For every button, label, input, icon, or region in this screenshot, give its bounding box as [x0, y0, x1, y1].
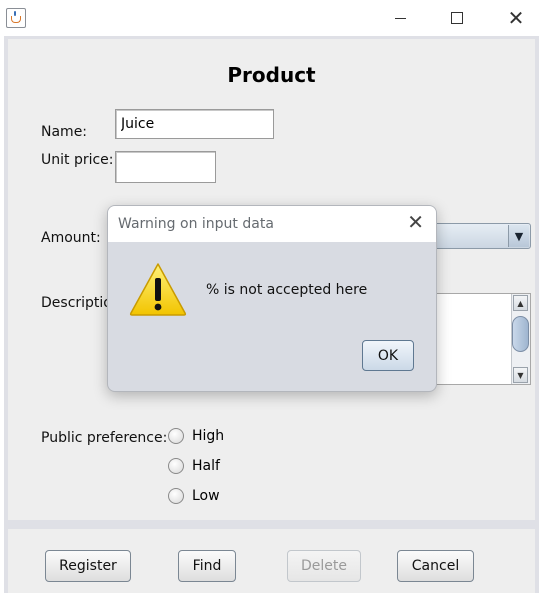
maximize-icon — [451, 12, 463, 24]
radio-circle-icon — [168, 488, 184, 504]
radio-high-label: High — [192, 428, 225, 444]
scroll-down-icon[interactable]: ▼ — [513, 367, 528, 383]
cancel-button[interactable]: Cancel — [397, 550, 474, 582]
unit-price-field[interactable] — [115, 151, 216, 183]
dialog-message: % is not accepted here — [206, 282, 368, 298]
page-title: Product — [227, 63, 316, 87]
delete-button[interactable]: Delete — [287, 550, 361, 582]
amount-label: Amount: — [41, 230, 101, 246]
find-button[interactable]: Find — [178, 550, 236, 582]
close-icon[interactable]: ✕ — [407, 212, 424, 232]
radio-circle-icon — [168, 428, 184, 444]
description-label: Descriptio — [41, 295, 112, 311]
maximize-button[interactable] — [434, 0, 480, 36]
name-field[interactable] — [115, 109, 274, 139]
description-scrollbar[interactable]: ▲ ▼ — [511, 294, 530, 384]
unit-price-label: Unit price: — [41, 152, 114, 168]
radio-half-label: Half — [192, 458, 220, 474]
radio-high[interactable]: High — [168, 428, 224, 444]
warning-dialog: Warning on input data ✕ % is not accepte… — [107, 205, 437, 392]
dialog-title: Warning on input data — [118, 216, 274, 232]
name-label: Name: — [41, 124, 88, 140]
radio-low[interactable]: Low — [168, 488, 220, 504]
close-button[interactable]: ✕ — [493, 0, 539, 36]
amount-combo[interactable]: ▼ — [434, 223, 531, 249]
radio-half[interactable]: Half — [168, 458, 220, 474]
close-icon: ✕ — [507, 6, 525, 30]
window-titlebar: ✕ — [0, 0, 543, 36]
warning-icon — [129, 263, 187, 316]
scroll-thumb[interactable] — [512, 316, 529, 352]
ok-button[interactable]: OK — [362, 340, 414, 371]
java-app-icon — [6, 8, 26, 28]
dialog-titlebar: Warning on input data ✕ — [108, 206, 436, 242]
radio-circle-icon — [168, 458, 184, 474]
description-textarea[interactable]: ▲ ▼ — [434, 293, 531, 385]
radio-low-label: Low — [192, 488, 220, 504]
scroll-up-icon[interactable]: ▲ — [513, 295, 528, 311]
chevron-down-icon[interactable]: ▼ — [508, 225, 529, 247]
register-button[interactable]: Register — [45, 550, 131, 582]
preference-label: Public preference: — [41, 430, 168, 446]
minimize-button[interactable] — [377, 0, 423, 36]
minimize-icon — [394, 17, 406, 19]
